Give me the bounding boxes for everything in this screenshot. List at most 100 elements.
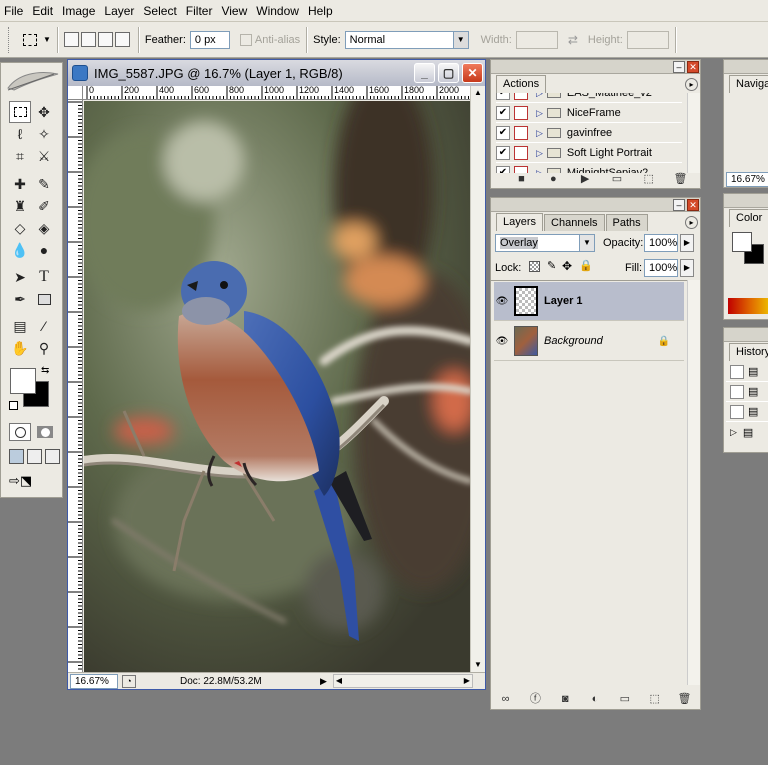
healing-brush-icon[interactable]: ✚ — [9, 173, 31, 195]
action-set-row[interactable]: ✔ ▷ NiceFrame — [496, 104, 682, 123]
move-tool-icon[interactable]: ✥ — [33, 101, 55, 123]
preset-dropdown-arrow[interactable]: ▼ — [43, 35, 51, 44]
new-selection-icon[interactable] — [63, 32, 79, 47]
menu-edit[interactable]: Edit — [28, 0, 58, 22]
height-input[interactable] — [626, 30, 669, 49]
quickmask-mode-icon[interactable] — [34, 423, 56, 441]
panel-close-button[interactable]: ✕ — [687, 61, 699, 73]
new-action-icon[interactable]: ⬚ — [641, 173, 656, 186]
scroll-up-arrow[interactable]: ▲ — [471, 86, 485, 100]
marquee-preset-icon[interactable] — [19, 29, 41, 51]
screen-mode-standard-icon[interactable] — [9, 449, 24, 464]
foreground-color-swatch[interactable] — [10, 368, 36, 394]
blend-mode-select[interactable]: Overlay ▼ — [495, 234, 595, 252]
width-input[interactable] — [515, 30, 558, 49]
swap-icon[interactable]: ⇄ — [568, 33, 578, 47]
menu-window[interactable]: Window — [252, 0, 304, 22]
blur-tool-icon[interactable]: 💧 — [9, 239, 31, 261]
menu-view[interactable]: View — [217, 0, 252, 22]
actions-scrollbar[interactable] — [687, 93, 700, 173]
dodge-tool-icon[interactable]: ● — [33, 239, 55, 261]
marquee-tool-icon[interactable] — [9, 101, 31, 123]
dialog-toggle-icon[interactable] — [514, 146, 528, 160]
notes-tool-icon[interactable]: ▤ — [9, 315, 31, 337]
panel-titlebar[interactable] — [724, 194, 768, 208]
color-spectrum-bar[interactable] — [728, 298, 768, 314]
screen-mode-full-icon[interactable] — [45, 449, 60, 464]
clone-stamp-icon[interactable]: ♜ — [9, 195, 31, 217]
action-set-row[interactable]: ✔ ▷ Soft Light Portrait — [496, 144, 682, 163]
panel-titlebar[interactable] — [724, 328, 768, 342]
maximize-button[interactable]: ▢ — [438, 63, 459, 83]
layers-scrollbar[interactable] — [687, 280, 700, 685]
layer-style-icon[interactable]: ⓕ — [528, 693, 543, 706]
path-select-icon[interactable]: ➤ — [9, 266, 31, 288]
lock-position-icon[interactable]: ✥ — [562, 259, 572, 273]
tab-paths[interactable]: Paths — [605, 214, 648, 231]
canvas-image-bluebird[interactable] — [84, 101, 470, 672]
expand-triangle-icon[interactable]: ▷ — [536, 93, 543, 99]
opacity-slider-arrow[interactable]: ▶ — [680, 234, 694, 252]
new-set-icon[interactable]: ▭ — [609, 173, 624, 186]
panel-minimize-button[interactable]: – — [673, 199, 685, 211]
adjustment-layer-icon[interactable]: ◐ — [587, 693, 602, 706]
intersect-selection-icon[interactable] — [114, 32, 130, 47]
lock-transparency-icon[interactable] — [529, 261, 540, 272]
status-menu-icon[interactable]: ◔ — [122, 674, 136, 688]
shape-tool-icon[interactable] — [33, 288, 55, 310]
panel-titlebar[interactable] — [491, 198, 700, 212]
action-enable-checkbox[interactable]: ✔ — [496, 126, 510, 140]
ruler-corner[interactable] — [68, 86, 83, 100]
action-enable-checkbox[interactable]: ✔ — [496, 146, 510, 160]
fill-input[interactable]: 100% — [644, 259, 678, 277]
action-enable-checkbox[interactable]: ✔ — [496, 106, 510, 120]
menu-file[interactable]: File — [0, 0, 28, 22]
lock-image-icon[interactable]: ✎ — [547, 259, 556, 272]
new-group-icon[interactable]: ▭ — [617, 693, 632, 706]
history-source-checkbox[interactable] — [730, 404, 744, 419]
minimize-button[interactable]: _ — [414, 63, 435, 83]
history-row[interactable]: ▤ — [726, 402, 768, 422]
standard-mode-icon[interactable] — [9, 423, 31, 441]
close-button[interactable]: ✕ — [462, 63, 483, 83]
history-source-checkbox[interactable] — [730, 364, 744, 379]
action-set-row[interactable]: ✔ ▷ gavinfree — [496, 124, 682, 143]
vertical-scrollbar[interactable]: ▲ ▼ — [470, 86, 485, 672]
layer-row-background[interactable]: 👁 Background 🔒 — [494, 322, 684, 361]
lasso-tool-icon[interactable]: ℓ — [9, 123, 31, 145]
dialog-toggle-icon[interactable] — [514, 126, 528, 140]
panel-minimize-button[interactable]: – — [673, 61, 685, 73]
action-set-row[interactable]: ✔ ▷ EAS_Matinee_v2 — [496, 93, 682, 103]
panel-menu-icon[interactable]: ▸ — [685, 78, 698, 91]
tab-history[interactable]: History — [729, 343, 768, 361]
fill-slider-arrow[interactable]: ▶ — [680, 259, 694, 277]
link-layers-icon[interactable]: ∞ — [498, 693, 513, 706]
layer-row-layer1[interactable]: 👁 Layer 1 — [494, 282, 684, 321]
visibility-eye-icon[interactable]: 👁 — [494, 286, 510, 316]
eraser-tool-icon[interactable]: ◇ — [9, 217, 31, 239]
type-tool-icon[interactable]: T — [33, 266, 55, 288]
menu-help[interactable]: Help — [304, 0, 338, 22]
swap-colors-icon[interactable]: ⇆ — [41, 365, 49, 376]
brush-tool-icon[interactable]: ✎ — [33, 173, 55, 195]
crop-tool-icon[interactable]: ⌗ — [9, 145, 31, 167]
history-row[interactable]: ▤ — [726, 362, 768, 382]
trash-icon[interactable]: 🗑 — [673, 173, 688, 186]
expand-triangle-icon[interactable]: ▷ — [536, 108, 543, 119]
dialog-toggle-icon[interactable] — [514, 166, 528, 173]
tab-color[interactable]: Color — [729, 209, 768, 227]
menu-filter[interactable]: Filter — [182, 0, 218, 22]
hand-tool-icon[interactable]: ✋ — [9, 337, 31, 359]
scroll-down-arrow[interactable]: ▼ — [471, 658, 485, 672]
action-enable-checkbox[interactable]: ✔ — [496, 166, 510, 173]
vertical-ruler[interactable] — [68, 100, 83, 672]
lock-all-icon[interactable]: 🔒 — [579, 259, 593, 272]
subtract-selection-icon[interactable] — [97, 32, 113, 47]
zoom-field[interactable]: 16.67% — [70, 673, 118, 689]
layer-mask-icon[interactable]: ◙ — [558, 693, 573, 706]
stop-icon[interactable]: ■ — [514, 173, 529, 186]
dialog-toggle-icon[interactable] — [514, 106, 528, 120]
status-arrow-icon[interactable]: ▶ — [320, 676, 327, 687]
action-enable-checkbox[interactable]: ✔ — [496, 93, 510, 100]
tab-navigator[interactable]: Navigator — [729, 75, 768, 93]
